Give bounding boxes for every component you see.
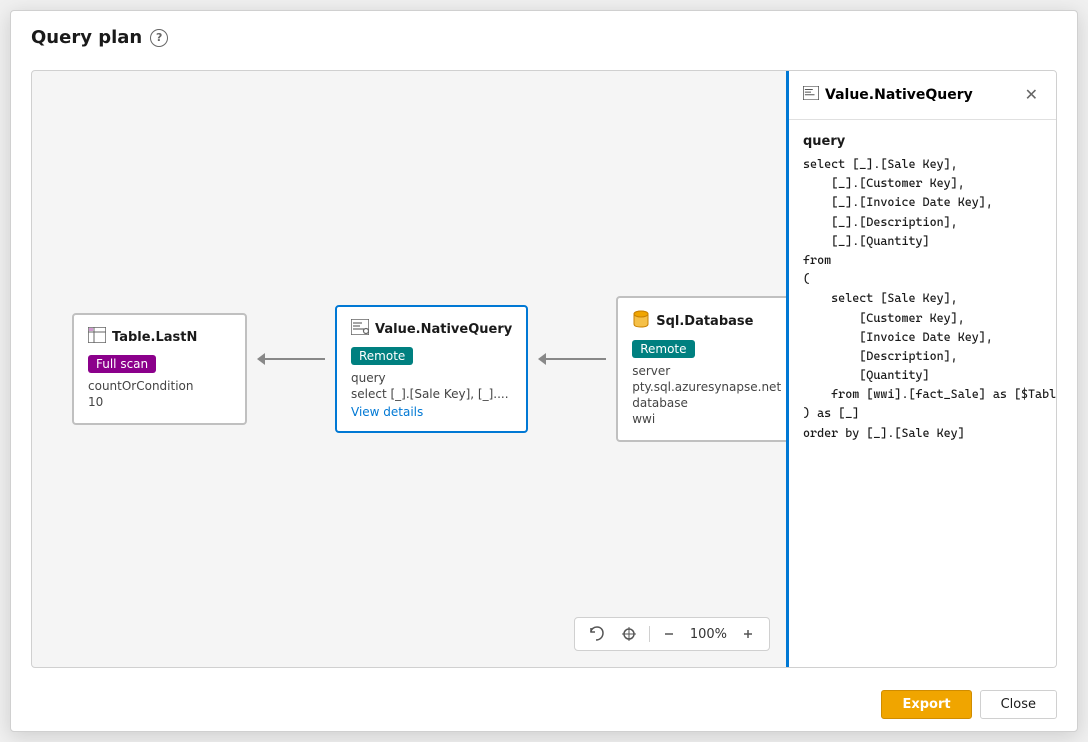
node-header-3: Sql.Database [632, 310, 781, 332]
close-button[interactable]: Close [980, 690, 1057, 719]
detail-icon [803, 86, 819, 104]
fit-button[interactable] [615, 622, 643, 646]
arrowhead-1 [257, 353, 265, 365]
canvas-content: Table.LastN Full scan countOrCondition 1… [32, 71, 786, 667]
node-title-3: Sql.Database [656, 314, 753, 329]
node-value-nativequery[interactable]: Value.NativeQuery Remote query select [_… [335, 305, 528, 433]
node-table-lastn[interactable]: Table.LastN Full scan countOrCondition 1… [72, 313, 247, 425]
badge-remote-2: Remote [632, 340, 694, 358]
node-prop-server-label: server [632, 364, 781, 378]
modal-body: Table.LastN Full scan countOrCondition 1… [31, 70, 1057, 668]
node-prop-count: countOrCondition [88, 379, 231, 393]
detail-panel-title: Value.NativeQuery [803, 86, 973, 104]
node-prop-query: query [351, 371, 512, 385]
detail-panel-name: Value.NativeQuery [825, 87, 973, 103]
node-sql-database[interactable]: Sql.Database Remote server pty.sql.azure… [616, 296, 786, 442]
detail-panel-close-button[interactable]: ✕ [1021, 83, 1042, 107]
query-icon [351, 319, 369, 339]
arrow-shape-1 [257, 353, 325, 365]
modal-header: Query plan ? [11, 11, 1077, 60]
node-prop-server-value: pty.sql.azuresynapse.net [632, 380, 781, 394]
zoom-out-button[interactable] [656, 623, 682, 645]
query-code: select [_].[Sale Key], [_].[Customer Key… [803, 155, 1042, 443]
zoom-level-display: 100% [686, 627, 731, 642]
arrowhead-2 [538, 353, 546, 365]
undo-button[interactable] [583, 622, 611, 646]
help-icon[interactable]: ? [150, 29, 168, 47]
badge-remote-1: Remote [351, 347, 413, 365]
arrow-shape-2 [538, 353, 606, 365]
node-title-1: Table.LastN [112, 330, 197, 345]
canvas-area[interactable]: Table.LastN Full scan countOrCondition 1… [32, 71, 786, 667]
table-icon [88, 327, 106, 347]
toolbar-divider [649, 626, 650, 642]
node-prop-select: select [_].[Sale Key], [_].... [351, 387, 512, 401]
query-plan-modal: Query plan ? [10, 10, 1078, 732]
detail-panel-header: Value.NativeQuery ✕ [789, 71, 1056, 120]
arrow-1 [247, 353, 335, 365]
zoom-in-button[interactable] [735, 623, 761, 645]
detail-section-label: query [803, 134, 1042, 149]
arrow-line-2 [546, 358, 606, 360]
view-details-link[interactable]: View details [351, 405, 512, 419]
node-header-1: Table.LastN [88, 327, 231, 347]
modal-title: Query plan [31, 27, 142, 48]
badge-full-scan: Full scan [88, 355, 156, 373]
database-icon [632, 310, 650, 332]
node-prop-10: 10 [88, 395, 231, 409]
arrow-2 [528, 353, 616, 365]
node-prop-database-label: database [632, 396, 781, 410]
nodes-container: Table.LastN Full scan countOrCondition 1… [72, 296, 786, 442]
export-button[interactable]: Export [881, 690, 971, 719]
zoom-toolbar: 100% [574, 617, 770, 651]
detail-panel-content: query select [_].[Sale Key], [_].[Custom… [789, 120, 1056, 667]
node-header-2: Value.NativeQuery [351, 319, 512, 339]
modal-footer: Export Close [11, 678, 1077, 731]
node-title-2: Value.NativeQuery [375, 322, 512, 337]
node-prop-database-value: wwi [632, 412, 781, 426]
arrow-line-1 [265, 358, 325, 360]
detail-panel: Value.NativeQuery ✕ query select [_].[Sa… [786, 71, 1056, 667]
